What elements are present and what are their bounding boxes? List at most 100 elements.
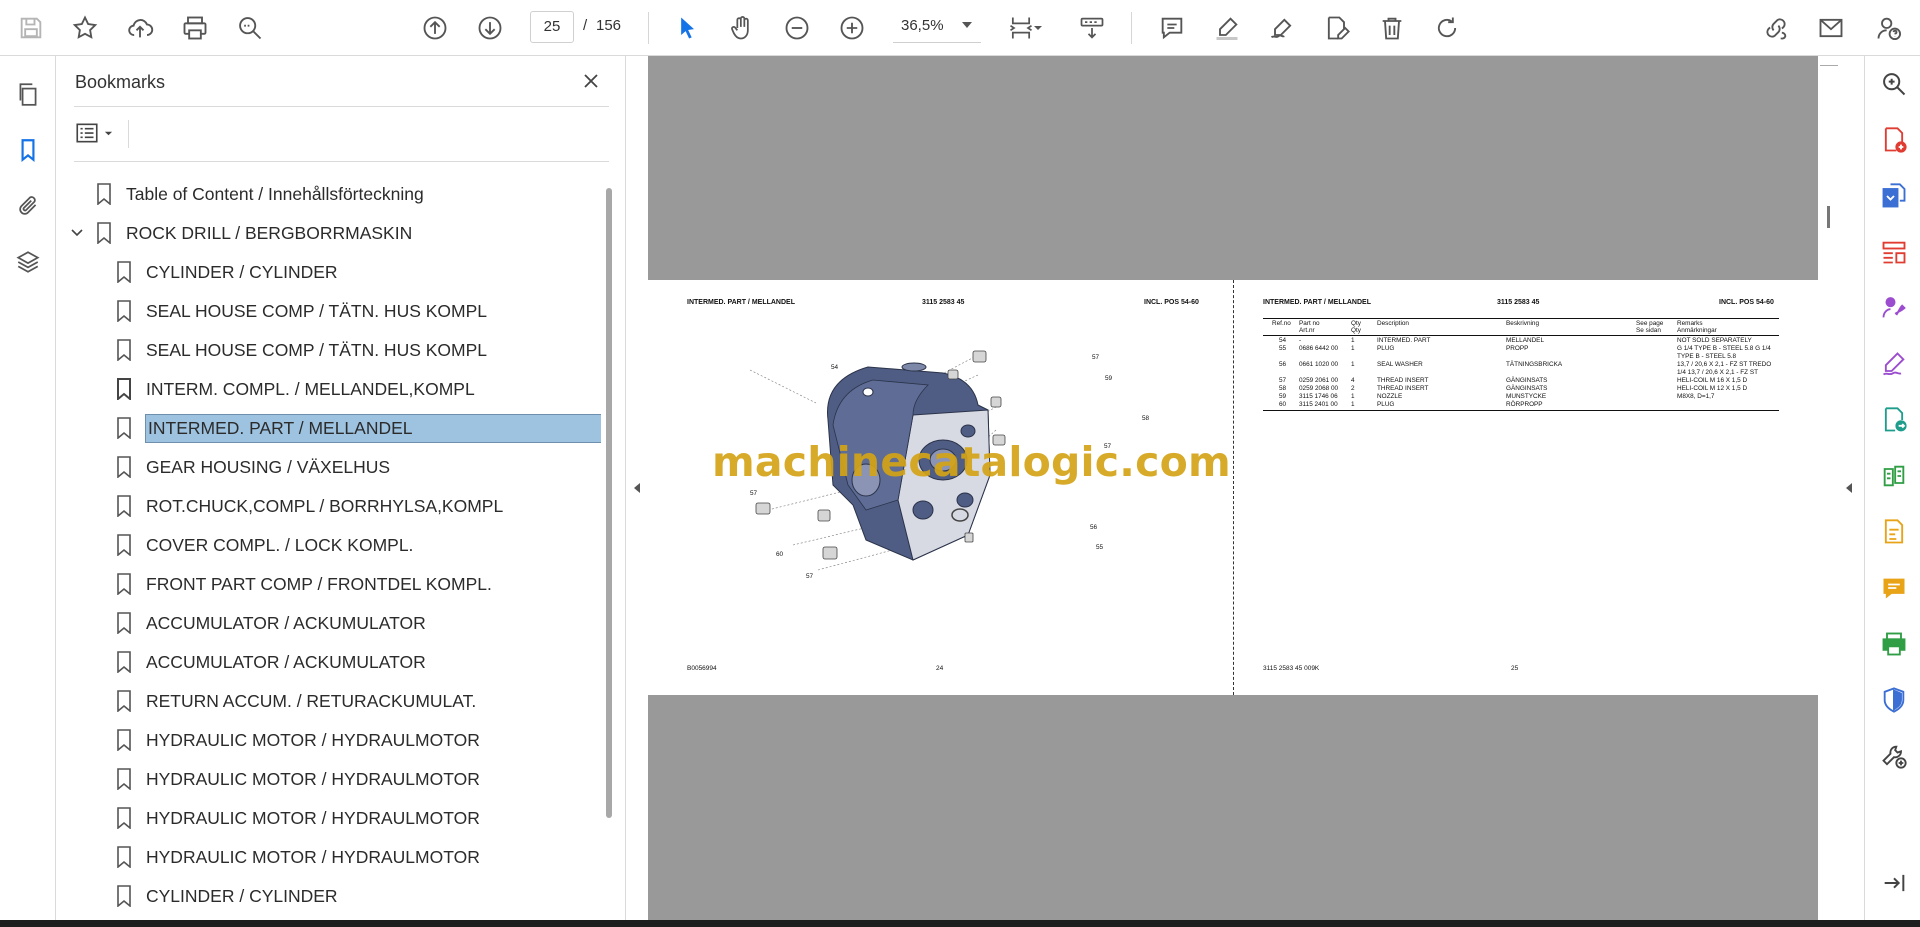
bookmark-item[interactable]: HYDRAULIC MOTOR / HYDRAULMOTOR [116,761,480,797]
star-icon[interactable] [66,9,104,47]
page-fit-caret-icon[interactable] [1028,9,1048,47]
layers-icon[interactable] [10,244,46,280]
find-text-icon[interactable] [231,9,269,47]
rotate-icon[interactable] [1428,9,1466,47]
collapse-right-panel-icon[interactable] [1843,478,1855,498]
table-cell: SEAL WASHER [1377,361,1423,368]
compare-files-icon[interactable] [1877,459,1911,493]
close-icon[interactable] [576,66,606,96]
organize-pages-icon[interactable] [1877,235,1911,269]
bookmark-icon [117,807,131,829]
bookmark-item[interactable]: Table of Content / Innehållsförteckning [96,176,424,212]
page-thumbnails-icon[interactable] [10,76,46,112]
bookmark-item[interactable]: RETURN ACCUM. / RETURACKUMULAT. [116,683,476,719]
bookmark-item-selected[interactable]: INTERMED. PART / MELLANDEL [116,410,601,446]
table-cell: HELI-COIL M 12 X 1,5 D [1677,385,1748,392]
bookmark-item[interactable]: CYLINDER / CYLINDER [116,878,338,912]
chevron-down-icon[interactable] [70,226,84,240]
zoom-dropdown-caret-icon[interactable] [962,22,972,28]
create-pdf-icon[interactable] [1877,123,1911,157]
document-scrollbar-thumb[interactable] [1827,206,1830,228]
include-positions: INCL. POS 54-60 [1719,299,1774,306]
send-for-comments-icon[interactable] [1877,403,1911,437]
request-signature-icon[interactable] [1877,291,1911,325]
table-cell: NOT SOLD SEPARATELY [1677,337,1752,344]
callout-label: 57 [1092,354,1100,361]
bookmark-item[interactable]: HYDRAULIC MOTOR / HYDRAULMOTOR [116,800,480,836]
table-cell: G 1/4 TYPE B - STEEL 5.8 G 1/4 [1677,345,1771,352]
bookmark-item[interactable]: HYDRAULIC MOTOR / HYDRAULMOTOR [116,839,480,875]
hand-tool-icon[interactable] [723,9,761,47]
account-help-icon[interactable] [1870,9,1908,47]
bookmarks-scrollbar-thumb[interactable] [606,188,612,818]
save-icon[interactable] [12,9,50,47]
page-title: INTERMED. PART / MELLANDEL [1263,299,1371,306]
bookmark-item[interactable]: GEAR HOUSING / VÄXELHUS [116,449,390,485]
bookmark-icon [117,573,131,595]
table-cell: 0686 6442 00 [1299,345,1339,352]
bookmark-item[interactable]: INTERM. COMPL. / MELLANDEL,KOMPL [116,371,475,407]
bookmark-item[interactable]: CYLINDER / CYLINDER [116,254,338,290]
bookmark-item[interactable]: HYDRAULIC MOTOR / HYDRAULMOTOR [116,722,480,758]
bookmark-label: SEAL HOUSE COMP / TÄTN. HUS KOMPL [146,300,488,321]
share-link-icon[interactable] [1757,9,1795,47]
document-scrollbar[interactable] [1820,56,1862,920]
table-cell: 55 [1279,345,1287,352]
callout-label: 55 [1096,544,1104,551]
bookmark-item[interactable]: FRONT PART COMP / FRONTDEL KOMPL. [116,566,492,602]
page-number-input[interactable]: 25 [530,11,574,43]
zoom-in-icon[interactable] [833,9,871,47]
bookmark-options-button[interactable] [74,118,120,148]
search-icon[interactable] [1877,67,1911,101]
bookmark-label: ACCUMULATOR / ACKUMULATOR [146,612,426,633]
bookmark-icon [117,690,131,712]
bookmark-item[interactable]: SEAL HOUSE COMP / TÄTN. HUS KOMPL [116,293,487,329]
previous-page-icon[interactable] [416,9,454,47]
delete-icon[interactable] [1373,9,1411,47]
protect-icon[interactable] [1877,683,1911,717]
comment-tool-icon[interactable] [1877,571,1911,605]
bookmarks-title: Bookmarks [75,72,166,92]
bookmark-item[interactable]: ROCK DRILL / BERGBORRMASKIN [96,215,412,251]
fill-sign-icon[interactable] [1318,9,1356,47]
share-upload-icon[interactable] [121,9,159,47]
bookmark-item[interactable]: ACCUMULATOR / ACKUMULATOR [116,644,426,680]
print-production-icon[interactable] [1877,627,1911,661]
bookmark-label: INTERMED. PART / MELLANDEL [145,413,601,443]
scrollbar-top-arrow[interactable] [1820,56,1838,66]
fill-and-sign-icon[interactable] [1877,347,1911,381]
panel-divider [74,161,609,162]
expand-tools-panel-icon[interactable] [1877,866,1911,900]
edit-pdf-icon[interactable] [1877,515,1911,549]
email-icon[interactable] [1812,9,1850,47]
bookmark-icon [117,651,131,673]
collapse-left-panel-icon[interactable] [631,478,643,498]
page-separator: / [583,17,588,34]
bookmark-item[interactable]: COVER COMPL. / LOCK KOMPL. [116,527,413,563]
more-tools-icon[interactable] [1877,739,1911,773]
bookmark-label: HYDRAULIC MOTOR / HYDRAULMOTOR [146,768,480,789]
col-header: Qty [1351,320,1361,327]
export-pdf-icon[interactable] [1877,179,1911,213]
bookmark-item[interactable]: ROT.CHUCK,COMPL / BORRHYLSA,KOMPL [116,488,503,524]
bookmark-icon [117,378,131,400]
draw-freehand-icon[interactable] [1263,9,1301,47]
zoom-out-icon[interactable] [778,9,816,47]
page-footer-number: 24 [936,665,944,672]
print-icon[interactable] [176,9,214,47]
table-cell: 0661 1020 00 [1299,361,1339,368]
attachments-icon[interactable] [10,188,46,224]
toolbar-divider [648,12,649,44]
bookmarks-icon[interactable] [10,132,46,168]
select-tool-icon[interactable] [668,9,706,47]
bookmark-item[interactable]: SEAL HOUSE COMP / TÄTN. HUS KOMPL [116,332,487,368]
page-title: INTERMED. PART / MELLANDEL [687,299,795,306]
bookmark-icon [117,729,131,751]
bookmark-item[interactable]: ACCUMULATOR / ACKUMULATOR [116,605,426,641]
scroll-mode-icon[interactable] [1073,9,1111,47]
next-page-icon[interactable] [471,9,509,47]
highlight-icon[interactable] [1208,9,1246,47]
comment-icon[interactable] [1153,9,1191,47]
table-cell: 1 [1351,345,1355,352]
table-cell: PROPP [1506,345,1529,352]
